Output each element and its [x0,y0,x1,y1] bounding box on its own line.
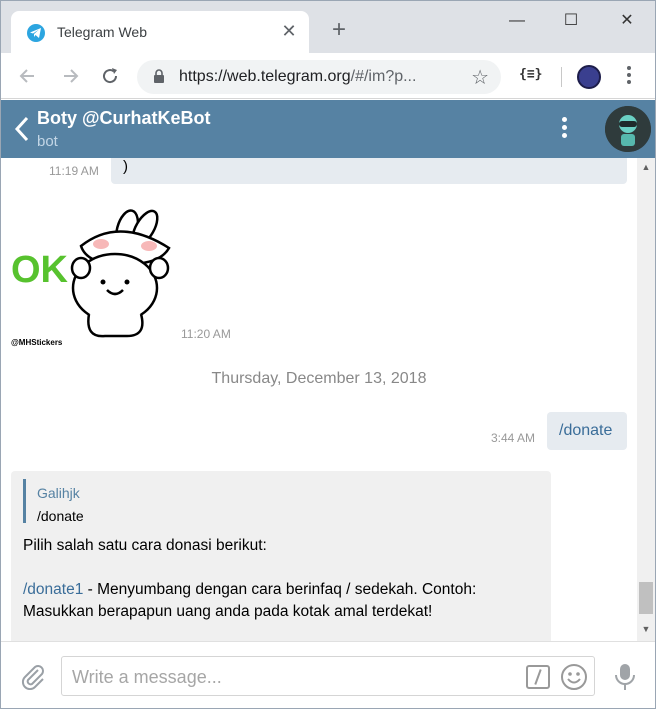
telegram-favicon-icon [27,24,45,42]
new-tab-button[interactable]: + [327,18,351,43]
reply-author[interactable]: Galihjk [37,485,80,501]
close-window-button[interactable]: ✕ [605,7,649,35]
ok-bunny-sticker[interactable]: OK [9,206,179,348]
date-separator: Thursday, December 13, 2018 [211,370,427,387]
message-text: Pilih salah satu cara donasi berikut: [23,537,267,554]
scroll-thumb[interactable] [639,582,653,614]
tab-title: Telegram Web [57,24,148,40]
slash-command-icon[interactable] [526,665,550,689]
message-input-box[interactable] [61,656,595,696]
extension-json-icon[interactable]: {≡} [519,67,542,82]
message-text[interactable]: /donate [559,422,612,440]
message-bubble-outgoing: /donate [547,412,627,450]
browser-menu-icon[interactable] [621,63,637,89]
message-history[interactable]: ) 11:19 AM OK @MHStickers 11:20 AM Thurs… [1,158,637,641]
history-scrollbar[interactable]: ▲ ▼ [637,158,655,641]
minimize-button[interactable]: — [495,7,539,35]
scroll-up-arrow-icon[interactable]: ▲ [637,162,655,174]
extension-avatar-icon[interactable] [577,65,601,89]
forward-arrow-icon[interactable] [57,63,83,89]
message-text: /donate1 - Menyumbang dengan cara berinf… [23,581,477,598]
sticker-credit: @MHStickers [11,338,63,347]
message-time: 11:20 AM [181,327,231,341]
title-bar: Telegram Web ✕ + — ☐ ✕ [1,1,655,53]
message-composer [1,641,655,708]
tab-close-icon[interactable]: ✕ [279,21,299,41]
sticker-ok-text: OK [11,249,69,291]
back-arrow-icon[interactable] [15,63,41,89]
message-time: 11:19 AM [49,164,99,178]
address-bar[interactable]: https://web.telegram.org/#/im?p... ☆ [137,60,501,94]
star-icon[interactable]: ☆ [471,65,489,90]
microphone-icon[interactable] [613,662,637,692]
reload-icon[interactable] [97,63,123,89]
chat-title[interactable]: Boty @CurhatKeBot [37,108,211,129]
scroll-down-arrow-icon[interactable]: ▼ [637,624,655,636]
message-time: 3:44 AM [491,431,536,445]
message-bubble-incoming: Galihjk /donate Pilih salah satu cara do… [11,471,551,641]
reply-quote-bar [23,479,26,523]
chat-header: Boty @CurhatKeBot bot [1,100,655,158]
browser-toolbar: https://web.telegram.org/#/im?p... ☆ {≡} [1,53,655,99]
chat-back-icon[interactable] [13,114,31,144]
chat-status: bot [37,133,58,150]
url-text: https://web.telegram.org/#/im?p... [179,68,417,85]
message-text: Masukkan berapapun uang anda pada kotak … [23,603,433,620]
browser-tab[interactable]: Telegram Web ✕ [11,11,309,53]
paperclip-icon[interactable] [19,662,47,690]
message-bubble-incoming: ) [111,158,627,184]
donate1-command-link[interactable]: /donate1 [23,581,83,598]
reply-text: /donate [37,508,84,524]
maximize-button[interactable]: ☐ [549,7,593,35]
emoji-icon[interactable] [560,663,588,691]
kebab-menu-icon[interactable] [557,114,571,146]
message-input[interactable] [72,665,512,689]
browser-window: Telegram Web ✕ + — ☐ ✕ https://web.teleg… [0,0,656,709]
chat-avatar[interactable] [605,106,651,152]
toolbar-divider [561,67,562,87]
message-text: ) [123,158,128,175]
lock-icon [154,69,164,83]
